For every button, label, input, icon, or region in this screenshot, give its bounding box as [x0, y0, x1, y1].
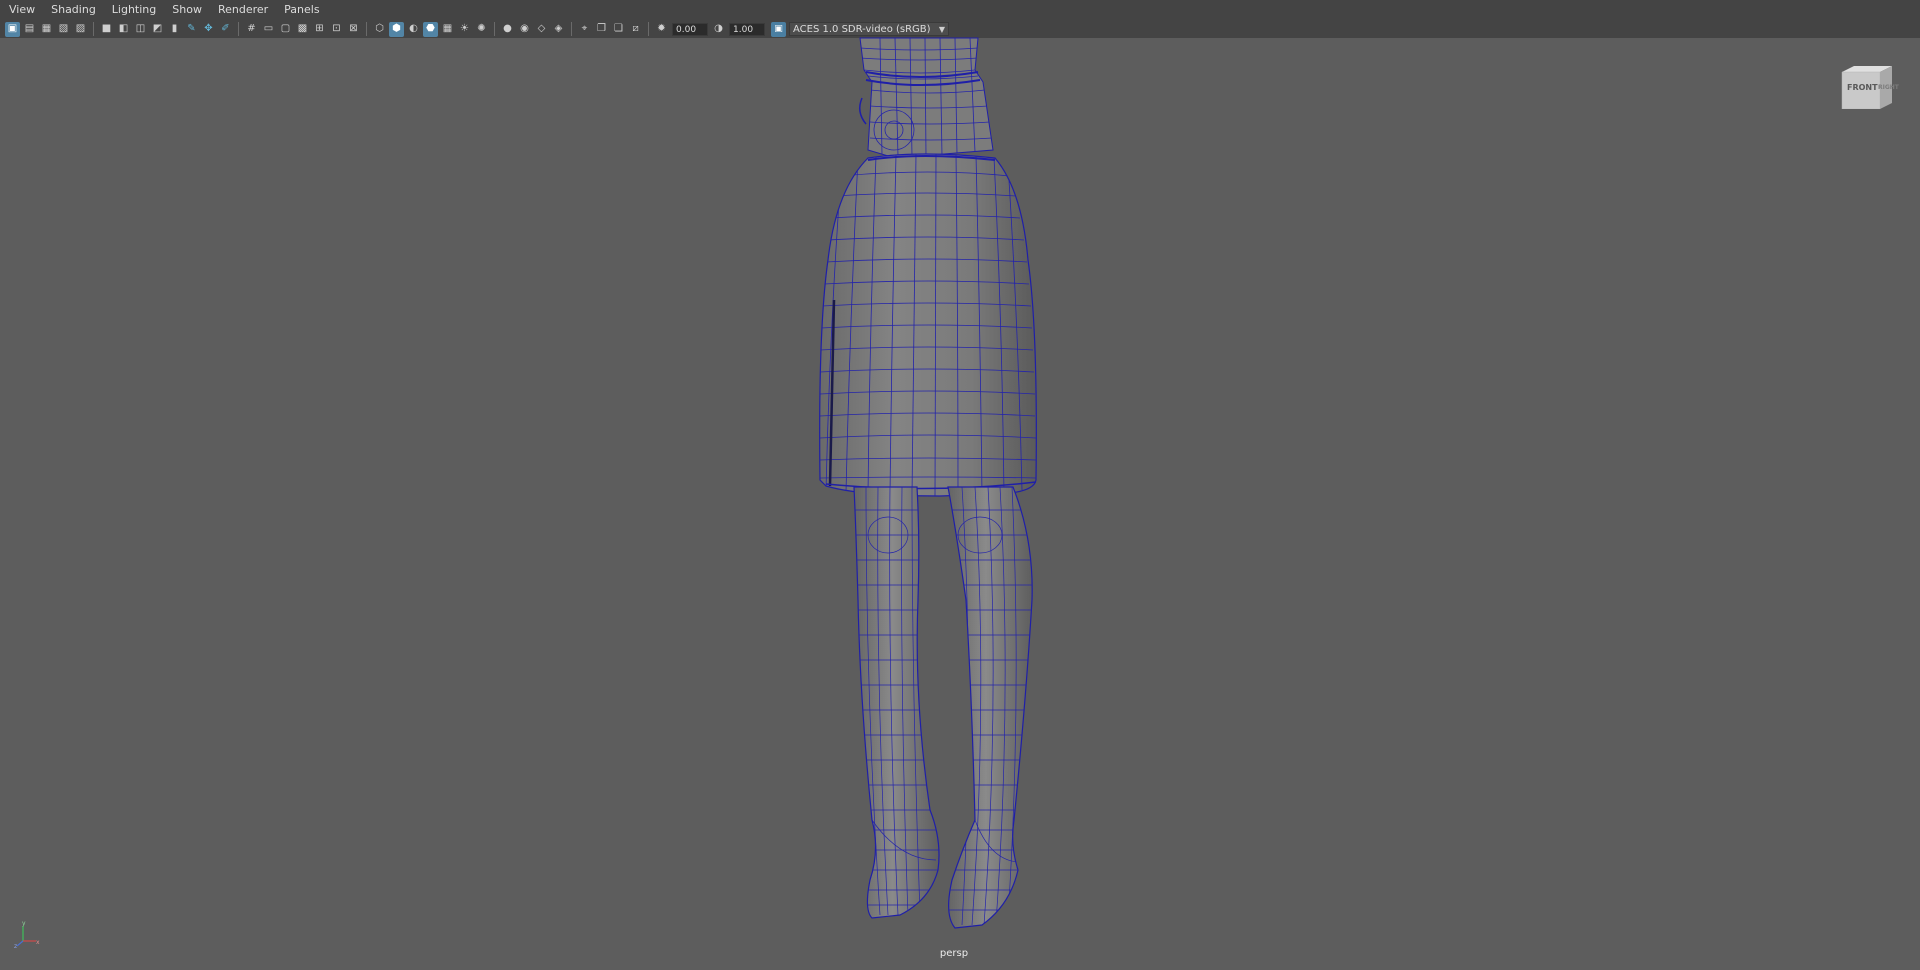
- left-leg-mesh: [853, 486, 940, 919]
- skirt-mesh: [819, 153, 1037, 497]
- view-cube-right-label[interactable]: RIGHT: [1878, 84, 1899, 91]
- camera-name-label: persp: [939, 948, 969, 959]
- character-model-wireframe[interactable]: [0, 0, 1920, 970]
- right-leg-mesh: [947, 486, 1033, 929]
- axis-z-label: z: [14, 943, 17, 950]
- axis-gizmo: y x z: [14, 920, 40, 950]
- axis-y-label: y: [22, 920, 26, 927]
- view-cube-front-label[interactable]: FRONT: [1847, 83, 1878, 92]
- torso-mesh: [859, 37, 994, 159]
- axis-x-label: x: [36, 939, 40, 946]
